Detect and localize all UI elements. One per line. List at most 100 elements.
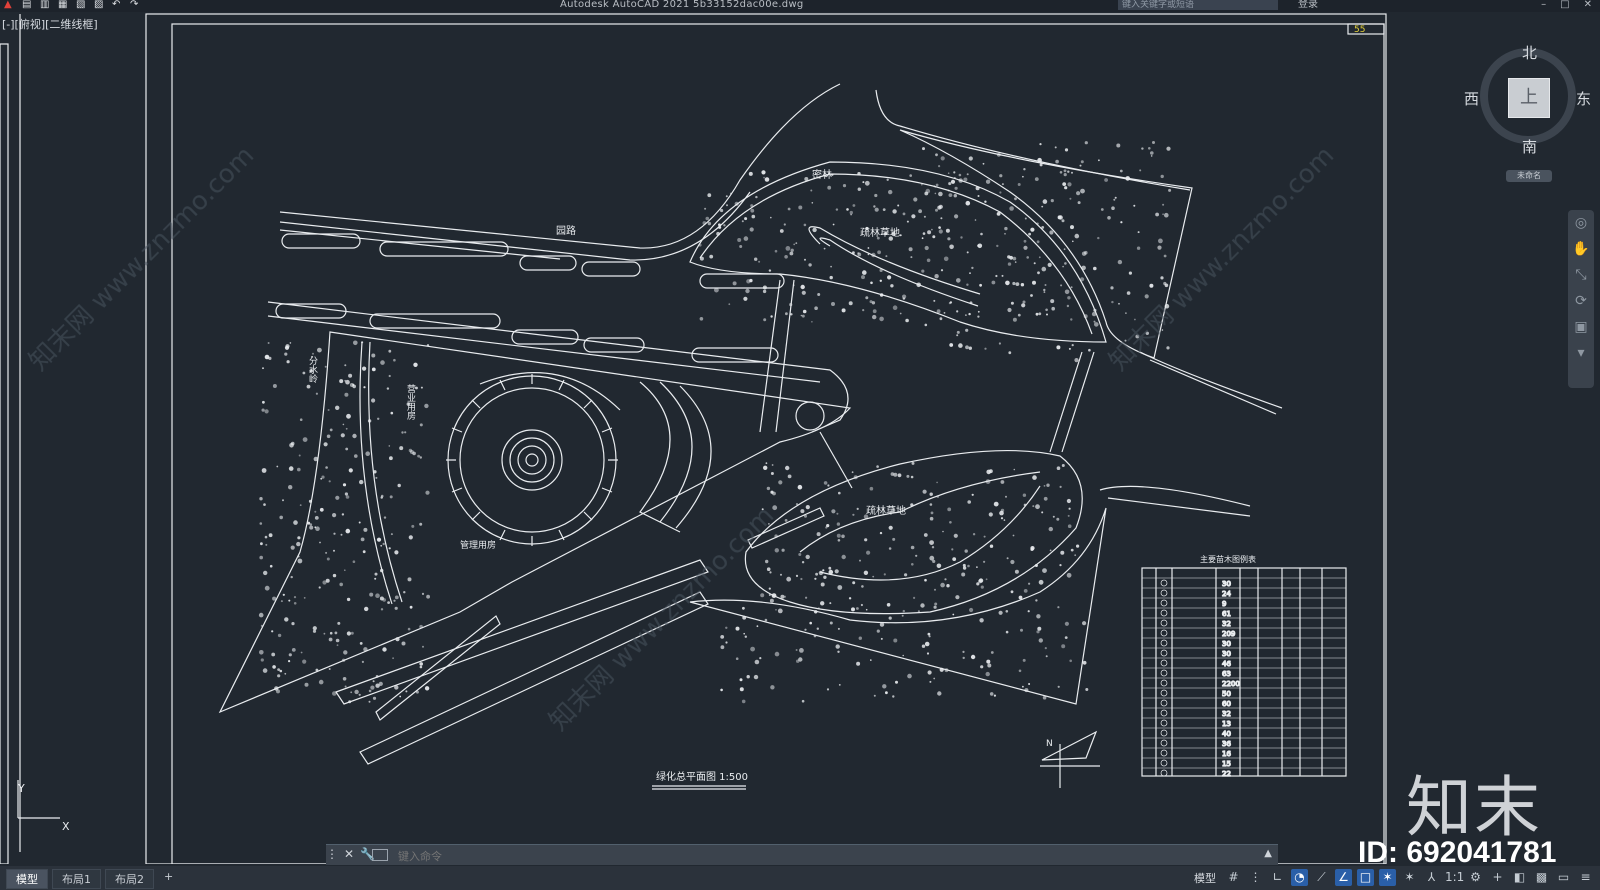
viewcube[interactable]: 上 北 南 西 东 未命名 [1464, 44, 1591, 198]
tree-dot [284, 672, 287, 675]
tree-dot [1066, 572, 1072, 578]
tab-layout2[interactable]: 布局2 [105, 869, 154, 889]
showmotion-icon[interactable]: ▣ [1568, 314, 1594, 340]
steering-wheel-icon[interactable]: ◎ [1568, 210, 1594, 236]
tree-dot [1098, 159, 1100, 162]
ucs-menu-button[interactable]: 未命名 [1506, 170, 1552, 182]
tree-dot [936, 481, 938, 484]
tree-dot [1162, 203, 1165, 206]
pan-icon[interactable]: ✋ [1568, 236, 1594, 262]
tab-model[interactable]: 模型 [6, 869, 48, 889]
tree-dot [869, 486, 874, 491]
save-icon[interactable]: ▦ [58, 0, 70, 10]
tree-dot [282, 499, 284, 502]
tab-layout1[interactable]: 布局1 [52, 869, 101, 889]
annotation-scale-icon[interactable]: ⅄ [1423, 869, 1440, 886]
open-file-icon[interactable]: ▥ [40, 0, 52, 10]
command-history-arrow-icon[interactable]: ▲ [1264, 848, 1272, 859]
compass-west[interactable]: 西 [1464, 88, 1479, 109]
maximize-icon[interactable]: □ [1560, 0, 1569, 10]
login-button[interactable]: 登录 [1298, 0, 1318, 10]
tree-dot [879, 279, 882, 282]
grip-icon[interactable]: ⋮ [326, 847, 338, 861]
tree-dot [841, 308, 846, 313]
annotation-visibility-icon[interactable]: ✶ [1379, 869, 1396, 886]
tree-dot [265, 543, 268, 546]
isodraft-icon[interactable]: ⟋ [1313, 869, 1330, 886]
tree-dot [409, 450, 414, 454]
tree-dot [1035, 504, 1040, 510]
tree-dot [859, 559, 861, 562]
snap-icon[interactable]: ⋮ [1247, 869, 1264, 886]
hardware-acceleration-icon[interactable]: ▩ [1533, 869, 1550, 886]
autoscale-icon[interactable]: ✶ [1401, 869, 1418, 886]
tree-dot [358, 521, 361, 524]
close-icon[interactable]: ✕ [1584, 0, 1592, 10]
object-snap-icon[interactable]: □ [1357, 869, 1374, 886]
compass-south[interactable]: 南 [1522, 136, 1537, 157]
tree-dot [1041, 266, 1047, 272]
tree-dot [935, 183, 939, 187]
tree-dot [915, 554, 918, 557]
search-input[interactable]: 键入关键字或短语 [1118, 0, 1278, 10]
tree-dot [291, 648, 296, 652]
polar-tracking-icon[interactable]: ◔ [1291, 869, 1308, 886]
tree-dot [1010, 559, 1015, 565]
close-command-line-icon[interactable]: ✕ [344, 847, 354, 861]
new-file-icon[interactable]: ▤ [22, 0, 34, 10]
app-menu-icon[interactable]: ▲ [4, 0, 16, 10]
tree-dot [803, 223, 807, 227]
tree-dot [1003, 519, 1006, 521]
add-icon[interactable]: + [1489, 869, 1506, 886]
isolate-objects-icon[interactable]: ◧ [1511, 869, 1528, 886]
tree-dot [761, 170, 766, 175]
tree-dot [822, 569, 825, 572]
orbit-icon[interactable]: ⟳ [1568, 288, 1594, 314]
viewcube-top-face[interactable]: 上 [1508, 78, 1550, 118]
clean-screen-icon[interactable]: ▭ [1555, 869, 1572, 886]
compass-north[interactable]: 北 [1522, 42, 1537, 63]
customize-menu-icon[interactable]: ≡ [1577, 869, 1594, 886]
tree-dot [892, 537, 896, 541]
settings-gear-icon[interactable]: ⚙ [1467, 869, 1484, 886]
compass-east[interactable]: 东 [1576, 88, 1591, 109]
add-layout-button[interactable]: + [158, 869, 179, 889]
undo-icon[interactable]: ↶ [112, 0, 124, 10]
minimize-icon[interactable]: – [1541, 0, 1546, 10]
tree-dot [1061, 219, 1065, 223]
tree-dot [725, 195, 728, 198]
tree-dot [929, 555, 935, 561]
tree-dot [989, 692, 994, 696]
tree-dot [879, 316, 884, 322]
zoom-extents-icon[interactable]: ⤡ [1568, 262, 1594, 288]
print-icon[interactable]: ▨ [94, 0, 106, 10]
drawing-canvas[interactable]: 30 24 9 61 32 209 30 30 46 63 2200 50 60 32 13 40 36 16 15… [0, 12, 1600, 864]
tree-dot [922, 147, 925, 151]
tree-dot [873, 694, 876, 697]
tree-dot [1008, 351, 1012, 355]
grid-icon[interactable]: # [1225, 869, 1242, 886]
redo-icon[interactable]: ↷ [130, 0, 142, 10]
tree-dot [934, 602, 938, 606]
ortho-icon[interactable]: ∟ [1269, 869, 1286, 886]
tree-dot [780, 573, 782, 576]
tree-dot [405, 690, 408, 693]
legend-quantity: 30 [1222, 580, 1231, 588]
tree-dot [954, 214, 959, 219]
command-input[interactable] [396, 847, 1260, 865]
north-park-inner-path [699, 173, 1093, 335]
save-as-icon[interactable]: ▧ [76, 0, 88, 10]
tree-dot [1062, 182, 1067, 187]
tree-dot [380, 496, 383, 499]
scale-value[interactable]: 1:1 [1445, 869, 1464, 886]
object-snap-tracking-icon[interactable]: ∠ [1335, 869, 1352, 886]
tree-dot [964, 549, 968, 553]
tree-dot [800, 284, 805, 290]
navbar-menu-icon[interactable]: ▾ [1568, 340, 1594, 366]
legend-symbol [1160, 589, 1168, 597]
tree-dot [768, 587, 771, 590]
model-space-toggle[interactable]: 模型 [1194, 870, 1216, 886]
command-prompt-icon[interactable] [372, 849, 388, 861]
tree-dot [762, 289, 767, 294]
tree-dot [995, 274, 998, 278]
